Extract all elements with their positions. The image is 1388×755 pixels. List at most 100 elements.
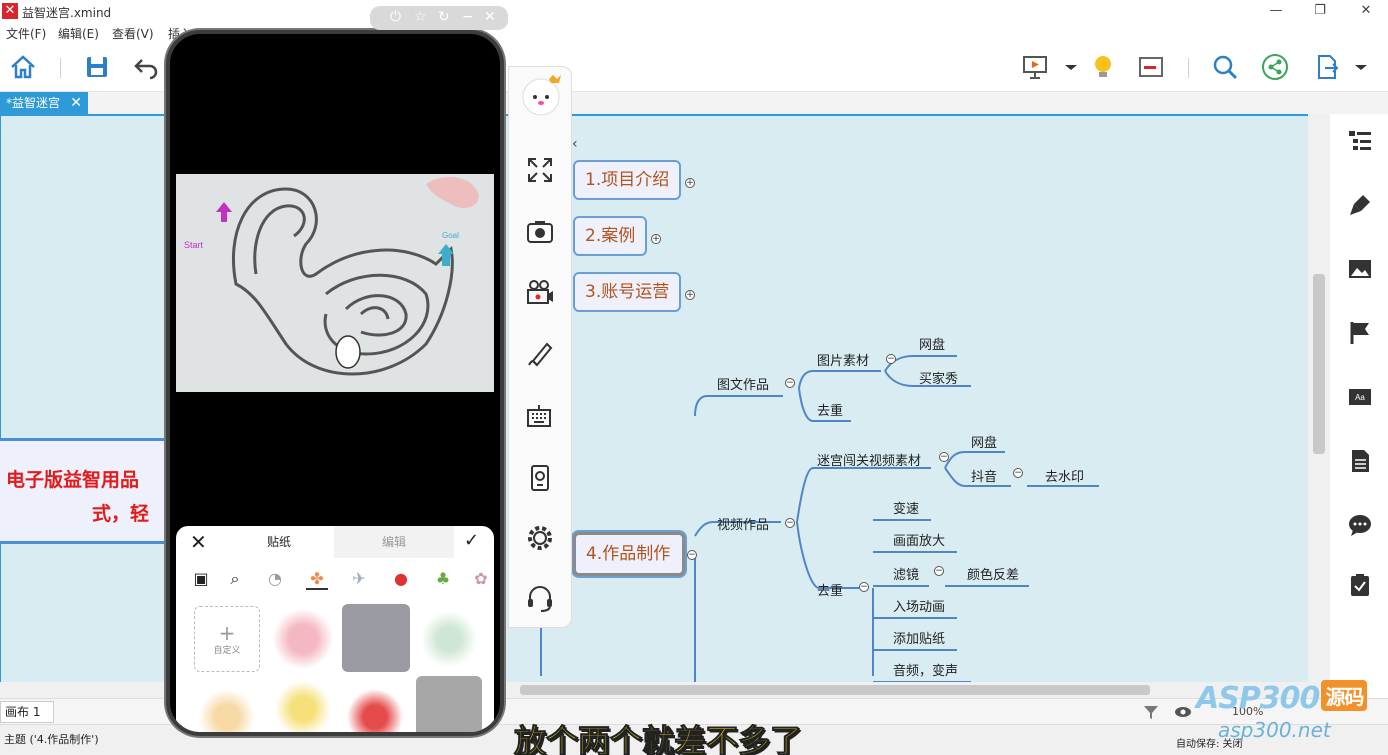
phone-screen-icon[interactable] [525, 463, 555, 493]
close-tab-icon[interactable]: ✕ [70, 92, 82, 114]
pin-icon[interactable]: ☆ [414, 9, 427, 25]
scrollbar-thumb[interactable] [1313, 274, 1325, 454]
tab-sticker[interactable]: 贴纸 [224, 526, 334, 558]
confirm-icon[interactable]: ✓ [464, 530, 479, 551]
sparkle-sticker-selected[interactable] [342, 604, 410, 672]
subtopic[interactable]: 变速 [893, 498, 919, 517]
collapse-icon[interactable]: − [939, 452, 949, 462]
sheet-tab[interactable]: 画布 1 [0, 701, 54, 723]
subtopic[interactable]: 添加贴纸 [893, 628, 945, 647]
collapse-icon[interactable]: − [785, 518, 795, 528]
recent-clock-icon[interactable]: ◔ [264, 568, 286, 590]
subtopic[interactable]: 去水印 [1045, 466, 1084, 485]
collapse-icon[interactable]: − [934, 566, 944, 576]
custom-sticker-button[interactable]: + 自定义 [194, 606, 260, 672]
expand-icon[interactable]: + [651, 234, 661, 244]
minimize-icon[interactable]: − [462, 9, 474, 25]
sticker-category-icon[interactable]: ♣ [432, 568, 454, 590]
filter-icon[interactable] [1142, 703, 1160, 721]
chevron-down-icon[interactable] [1346, 52, 1376, 82]
expand-icon[interactable]: + [685, 290, 695, 300]
subtopic[interactable]: 抖音 [971, 466, 997, 485]
notes-icon[interactable] [1347, 448, 1373, 474]
topic-node[interactable]: 2.案例 [573, 216, 647, 256]
strawberry-icon[interactable]: ● [390, 568, 412, 590]
search-icon[interactable] [1210, 52, 1240, 82]
sticker-grid-icon[interactable]: ✤ [306, 568, 328, 590]
text-style-icon[interactable]: Aa [1347, 384, 1373, 410]
subtopic[interactable]: 网盘 [971, 432, 997, 451]
scrollbar-thumb[interactable] [520, 685, 1150, 695]
menu-file[interactable]: 文件(F) [6, 25, 46, 42]
outline-icon[interactable] [1136, 52, 1166, 82]
subtopic[interactable]: 入场动画 [893, 596, 945, 615]
minimize-button[interactable]: — [1256, 2, 1296, 20]
collapse-icon[interactable]: − [859, 582, 869, 592]
chevron-down-icon[interactable] [1056, 52, 1086, 82]
subtopic[interactable]: 音频，变声 [893, 660, 958, 679]
fullscreen-icon[interactable] [525, 155, 555, 185]
butterfly-sticker[interactable] [270, 606, 336, 672]
power-icon[interactable]: ⏻ [390, 9, 401, 25]
maximize-button[interactable]: ❐ [1300, 2, 1340, 20]
topic-node-selected[interactable]: 4.作品制作 [573, 532, 685, 576]
outline-list-icon[interactable] [1347, 128, 1373, 154]
sticker-category-icon[interactable]: ✿ [470, 568, 492, 590]
subtopic[interactable]: 滤镜 [893, 564, 919, 583]
export-icon[interactable] [1312, 52, 1342, 82]
undo-icon[interactable] [132, 52, 162, 82]
subtopic[interactable]: 图片素材 [817, 350, 869, 369]
settings-gear-icon[interactable] [525, 523, 555, 553]
record-video-icon[interactable] [525, 277, 555, 307]
subtopic[interactable]: 去重 [817, 400, 843, 419]
image-icon[interactable] [1347, 256, 1373, 282]
topic-node[interactable]: 3.账号运营 [573, 272, 681, 312]
photo-sticker[interactable] [416, 676, 482, 732]
maze-swan-image[interactable]: Start Goal [176, 174, 494, 392]
subtopic[interactable]: 去重 [817, 580, 843, 599]
save-icon[interactable] [82, 52, 112, 82]
eye-icon[interactable] [1174, 703, 1192, 721]
vertical-scrollbar[interactable] [1308, 114, 1330, 682]
format-brush-icon[interactable] [1347, 192, 1373, 218]
collapse-icon[interactable]: − [785, 378, 795, 388]
keyboard-icon[interactable] [525, 401, 555, 431]
support-headset-icon[interactable] [525, 583, 555, 613]
expand-icon[interactable]: + [685, 178, 695, 188]
subtopic[interactable]: 买家秀 [919, 368, 958, 387]
presentation-icon[interactable] [1020, 52, 1050, 82]
score-sticker[interactable] [342, 684, 408, 732]
subtopic[interactable]: 迷宫闯关视频素材 [817, 450, 921, 469]
close-icon[interactable]: ✕ [484, 9, 496, 25]
subtopic[interactable]: 视频作品 [717, 514, 769, 533]
subtopic[interactable]: 颜色反差 [967, 564, 1019, 583]
marker-flag-icon[interactable] [1347, 320, 1373, 346]
close-icon[interactable]: ✕ [190, 530, 207, 554]
topic-node[interactable]: 1.项目介绍 [573, 160, 681, 200]
menu-view[interactable]: 查看(V) [112, 25, 154, 42]
sticker-category-icon[interactable]: ✈ [348, 568, 370, 590]
central-topic-node[interactable]: 电子版益智用品 式，轻 [0, 438, 175, 544]
comment-icon[interactable] [1347, 512, 1373, 538]
document-tab[interactable]: *益智迷宫 ✕ [0, 92, 88, 114]
screenshot-camera-icon[interactable] [525, 217, 555, 247]
subtopic[interactable]: 网盘 [919, 334, 945, 353]
share-icon[interactable] [1260, 52, 1290, 82]
menu-edit[interactable]: 编辑(E) [58, 25, 99, 42]
subtopic[interactable]: 画面放大 [893, 530, 945, 549]
subtopic[interactable]: 图文作品 [717, 374, 769, 393]
lightbulb-icon[interactable] [1088, 52, 1118, 82]
collapse-icon[interactable]: − [687, 550, 697, 560]
rotate-icon[interactable]: ↻ [438, 9, 450, 25]
badge-sticker[interactable] [270, 676, 336, 732]
favorites-icon[interactable]: ▣ [190, 568, 212, 590]
search-icon[interactable]: ⌕ [224, 568, 246, 590]
home-icon[interactable] [8, 52, 38, 82]
avatar[interactable] [519, 73, 563, 117]
tab-edit[interactable]: 编辑 [334, 526, 454, 558]
text-sticker[interactable] [416, 606, 482, 672]
chevron-left-icon[interactable]: ‹ [572, 136, 578, 152]
task-clipboard-icon[interactable] [1347, 572, 1373, 598]
draw-brush-icon[interactable] [525, 339, 555, 369]
collapse-icon[interactable]: − [1013, 468, 1023, 478]
